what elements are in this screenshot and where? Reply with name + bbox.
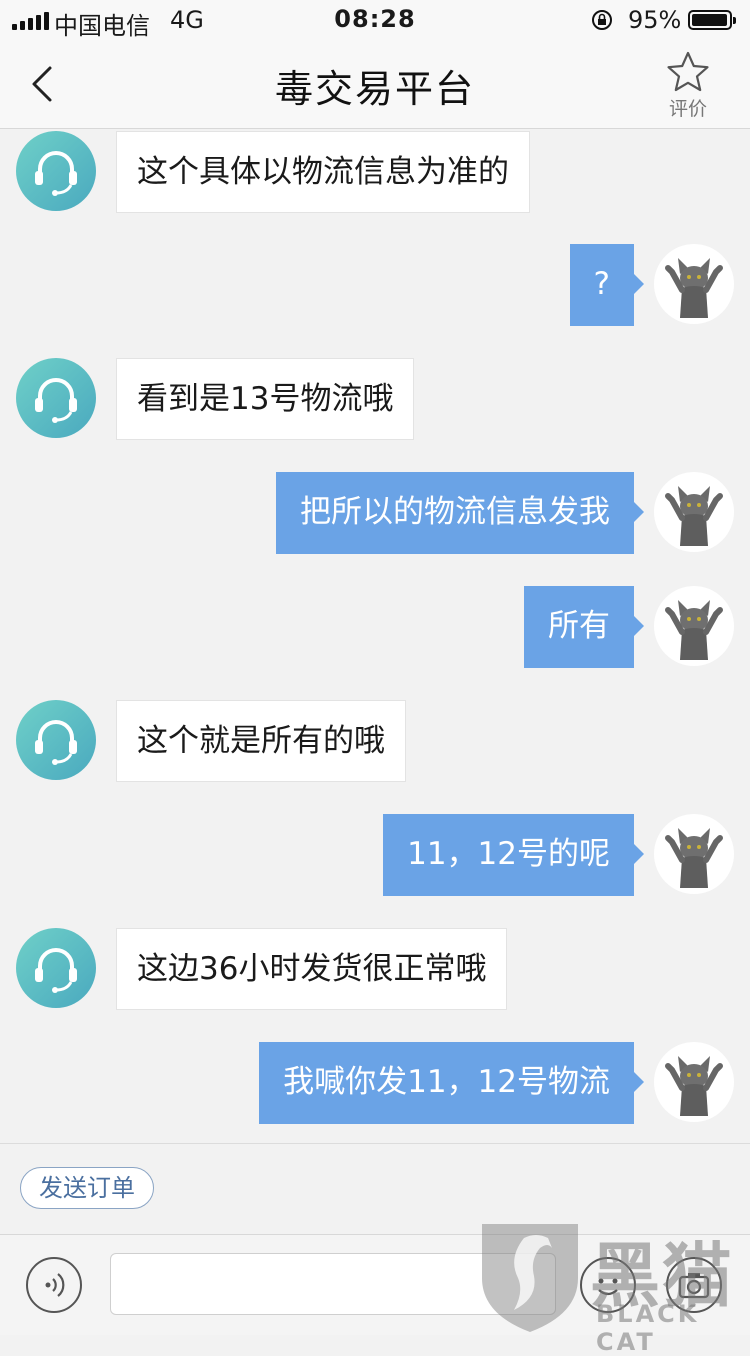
- user-message-bubble: 把所以的物流信息发我: [276, 472, 644, 554]
- page-title: 毒交易平台: [274, 67, 475, 111]
- quick-action-bar: 发送订单: [0, 1143, 750, 1234]
- cat-avatar-icon: [665, 1056, 723, 1116]
- cat-avatar-icon: [665, 600, 723, 660]
- cat-avatar-icon: [665, 828, 723, 888]
- agent-avatar[interactable]: [16, 928, 96, 1008]
- battery-percent: 95%: [628, 6, 682, 34]
- agent-message-bubble: 这个具体以物流信息为准的: [116, 131, 530, 213]
- rotation-lock-icon: [592, 10, 612, 30]
- user-avatar[interactable]: [654, 244, 734, 324]
- camera-button[interactable]: [666, 1257, 722, 1313]
- cat-avatar-icon: [665, 486, 723, 546]
- user-message-bubble: 所有: [524, 586, 644, 668]
- user-avatar[interactable]: [654, 472, 734, 552]
- input-bar: [0, 1234, 750, 1335]
- camera-icon: [678, 1273, 710, 1299]
- voice-button[interactable]: [26, 1257, 82, 1313]
- user-avatar[interactable]: [654, 1042, 734, 1122]
- emoji-button[interactable]: [580, 1257, 636, 1313]
- battery-icon: [688, 10, 736, 30]
- headset-icon: [35, 151, 77, 196]
- headset-icon: [35, 720, 77, 765]
- send-order-button[interactable]: 发送订单: [20, 1167, 154, 1209]
- chat-message-list[interactable]: 这个具体以物流信息为准的 ? 看到是13号物流哦 把所以的物流信息发我 所有 这…: [0, 129, 750, 1143]
- status-bar: 中国电信 4G 08:28 95%: [0, 0, 750, 40]
- user-message-bubble: 11，12号的呢: [383, 814, 644, 896]
- star-icon: [667, 51, 709, 92]
- emoji-icon: [598, 1278, 618, 1296]
- agent-avatar[interactable]: [16, 358, 96, 438]
- rate-label: 评价: [668, 98, 707, 120]
- agent-avatar[interactable]: [16, 131, 96, 211]
- user-avatar[interactable]: [654, 814, 734, 894]
- user-message-bubble: ?: [569, 244, 645, 326]
- cat-avatar-icon: [665, 258, 723, 318]
- agent-message-bubble: 这边36小时发货很正常哦: [116, 928, 508, 1010]
- headset-icon: [35, 948, 77, 993]
- user-message-bubble: 我喊你发11，12号物流: [259, 1042, 644, 1124]
- navigation-bar: 毒交易平台 评价: [0, 40, 750, 129]
- voice-icon: [45, 1273, 65, 1297]
- agent-avatar[interactable]: [16, 700, 96, 780]
- user-avatar[interactable]: [654, 586, 734, 666]
- message-input[interactable]: [110, 1253, 556, 1315]
- agent-message-bubble: 看到是13号物流哦: [116, 358, 415, 440]
- rate-button[interactable]: 评价: [660, 50, 716, 126]
- headset-icon: [35, 378, 77, 423]
- agent-message-bubble: 这个就是所有的哦: [116, 700, 406, 782]
